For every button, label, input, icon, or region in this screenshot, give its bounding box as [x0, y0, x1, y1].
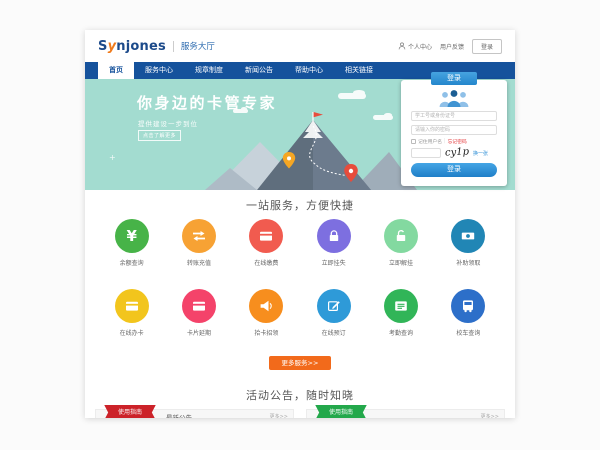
service-unfreeze-card[interactable]: 立即解挂 — [367, 219, 434, 267]
yuan-icon: ¥ — [115, 219, 149, 253]
cloud — [373, 115, 393, 120]
service-label: 立即挂失 — [322, 258, 346, 267]
username-input[interactable] — [411, 111, 497, 121]
more-link[interactable]: 更多>> — [270, 413, 288, 418]
login-submit-button[interactable]: 登录 — [411, 163, 497, 177]
hero-cta-button[interactable]: 点击了解更多 — [138, 130, 181, 141]
logo-text-prefix: S — [98, 39, 108, 54]
nav-item-links[interactable]: 相关链接 — [334, 62, 384, 79]
nav-item-home[interactable]: 首页 — [98, 62, 134, 79]
service-balance-inquiry[interactable]: ¥ 余额查询 — [98, 219, 165, 267]
service-label: 立即解挂 — [389, 258, 413, 267]
services-section-title: 一站服务，方便快捷 — [85, 197, 515, 213]
latest-announcements-tab[interactable]: 最新公告 — [166, 412, 192, 419]
usage-guide-ribbon[interactable]: 使用指南 — [315, 405, 367, 419]
services-grid: ¥ 余额查询 转账充值 在线缴费 立即挂失 立即解挂 — [98, 219, 502, 337]
users-group-icon — [437, 89, 471, 107]
mountains-illustration — [205, 112, 417, 190]
service-transfer-recharge[interactable]: 转账充值 — [165, 219, 232, 267]
more-services-wrap: 更多服务>> — [85, 350, 515, 370]
captcha-row: cy1p 换一张 — [411, 148, 497, 158]
personal-center-label: 个人中心 — [408, 42, 432, 51]
service-label: 余额查询 — [120, 258, 144, 267]
service-label: 在线预订 — [322, 328, 346, 337]
plus-decoration: + — [109, 153, 116, 162]
service-online-payment[interactable]: 在线缴费 — [233, 219, 300, 267]
guide-panel-left: 使用指南 最新公告 更多>> — [95, 409, 294, 418]
captcha-input[interactable] — [411, 148, 441, 158]
captcha-refresh-link[interactable]: 换一张 — [473, 150, 488, 157]
logo-bolt-icon: y — [108, 39, 117, 54]
service-label: 考勤查询 — [389, 328, 413, 337]
announcement-panels: 使用指南 最新公告 更多>> 使用指南 更多>> — [95, 409, 505, 418]
panel-header: 使用指南 更多>> — [306, 409, 505, 418]
synjones-logo: Synjones — [98, 39, 166, 54]
service-label: 卡片延期 — [187, 328, 211, 337]
login-options: 记住用户名 | 忘记密码 — [411, 138, 497, 145]
transfer-arrows-icon — [182, 219, 216, 253]
banknote-icon — [451, 219, 485, 253]
password-input[interactable] — [411, 125, 497, 135]
usage-guide-ribbon[interactable]: 使用指南 — [104, 405, 156, 419]
login-panel: 登录 记住用户名 | 忘记密码 cy1p 换一张 登录 — [401, 80, 507, 186]
hero-subtitle: 提供建设一步到位 — [138, 118, 198, 128]
nav-item-help-center[interactable]: 帮助中心 — [284, 62, 334, 79]
header-links: 个人中心 用户反馈 登录 — [398, 39, 502, 54]
service-label: 拾卡招领 — [254, 328, 278, 337]
more-link[interactable]: 更多>> — [481, 413, 499, 418]
service-report-loss[interactable]: 立即挂失 — [300, 219, 367, 267]
service-subsidy-collection[interactable]: 补助领取 — [435, 219, 502, 267]
service-label: 在线缴费 — [254, 258, 278, 267]
service-label: 补助领取 — [456, 258, 480, 267]
options-divider: | — [444, 139, 446, 144]
nav-item-service-center[interactable]: 服务中心 — [134, 62, 184, 79]
service-attendance-inquiry[interactable]: 考勤查询 — [367, 289, 434, 337]
portal-name: 服务大厅 — [181, 40, 215, 52]
service-online-card-application[interactable]: 在线办卡 — [98, 289, 165, 337]
panel-header: 使用指南 最新公告 更多>> — [95, 409, 294, 418]
service-school-bus-inquiry[interactable]: 校车查询 — [435, 289, 502, 337]
card-icon — [115, 289, 149, 323]
user-feedback-link[interactable]: 用户反馈 — [440, 42, 464, 51]
megaphone-icon — [249, 289, 283, 323]
nav-item-regulations[interactable]: 规章制度 — [184, 62, 234, 79]
card-icon — [182, 289, 216, 323]
top-header: Synjones 服务大厅 个人中心 用户反馈 登录 — [85, 30, 515, 62]
card-icon — [249, 219, 283, 253]
captcha-image[interactable]: cy1p — [445, 147, 470, 158]
service-online-booking[interactable]: 在线预订 — [300, 289, 367, 337]
service-label: 在线办卡 — [120, 328, 144, 337]
cloud — [338, 93, 366, 99]
remember-label: 记住用户名 — [418, 138, 442, 145]
user-feedback-label: 用户反馈 — [440, 42, 464, 51]
service-card-extension[interactable]: 卡片延期 — [165, 289, 232, 337]
bus-icon — [451, 289, 485, 323]
personal-center-link[interactable]: 个人中心 — [398, 42, 432, 51]
lock-icon — [317, 219, 351, 253]
forgot-password-link[interactable]: 忘记密码 — [448, 138, 467, 145]
login-tab[interactable]: 登录 — [431, 72, 477, 85]
list-icon — [384, 289, 418, 323]
portal-page: Synjones 服务大厅 个人中心 用户反馈 登录 首页 服务中心 规章制度 … — [85, 30, 515, 418]
more-services-button[interactable]: 更多服务>> — [269, 356, 331, 370]
unlock-icon — [384, 219, 418, 253]
yuan-glyph: ¥ — [126, 229, 136, 244]
header-login-button[interactable]: 登录 — [472, 39, 502, 54]
hero-title: 你身边的卡管专家 — [137, 92, 277, 113]
cloud — [233, 109, 248, 113]
service-lost-card-claim[interactable]: 拾卡招领 — [233, 289, 300, 337]
remember-checkbox[interactable] — [411, 139, 416, 144]
announcements-section-title: 活动公告，随时知晓 — [85, 387, 515, 403]
guide-panel-right: 使用指南 更多>> — [306, 409, 505, 418]
service-label: 转账充值 — [187, 258, 211, 267]
edit-icon — [317, 289, 351, 323]
logo-divider — [173, 41, 174, 52]
person-icon — [398, 42, 406, 50]
nav-item-news[interactable]: 新闻公告 — [234, 62, 284, 79]
service-label: 校车查询 — [456, 328, 480, 337]
logo-text-suffix: njones — [116, 39, 166, 54]
